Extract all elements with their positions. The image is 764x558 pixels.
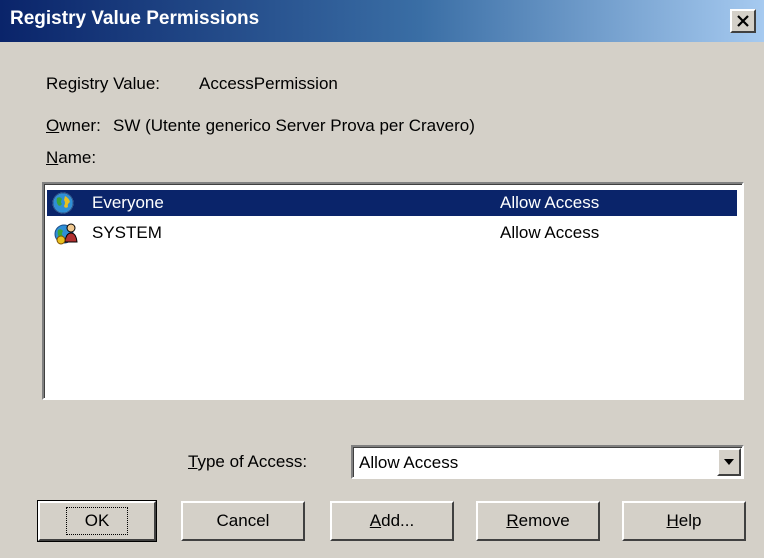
add-button[interactable]: Add...	[330, 501, 454, 541]
list-item-name: Everyone	[92, 193, 164, 212]
chevron-down-icon	[724, 459, 734, 465]
add-button-label: Add...	[369, 511, 415, 530]
help-button[interactable]: Help	[622, 501, 746, 541]
help-button-label: Help	[666, 511, 702, 530]
cancel-button-label: Cancel	[216, 511, 270, 530]
list-item-name: SYSTEM	[92, 223, 162, 242]
owner-value: SW (Utente generico Server Prova per Cra…	[113, 116, 475, 135]
cancel-button[interactable]: Cancel	[181, 501, 305, 541]
window-title: Registry Value Permissions	[10, 8, 260, 29]
list-item-access: Allow Access	[500, 193, 600, 212]
ok-button[interactable]: OK	[37, 500, 157, 542]
type-of-access-value: Allow Access	[359, 453, 459, 472]
list-item-everyone[interactable]: Everyone Allow Access	[47, 190, 737, 216]
type-of-access-label: Type of Access:	[188, 452, 308, 471]
close-button[interactable]	[730, 9, 756, 33]
ok-button-label: OK	[65, 507, 129, 535]
close-icon	[737, 15, 749, 27]
registry-value-label: Registry Value:	[46, 74, 161, 93]
name-label: Name:	[46, 148, 97, 167]
list-item-system[interactable]: SYSTEM Allow Access	[47, 220, 737, 246]
registry-value-permissions-dialog: Registry Value Permissions Registry Valu…	[0, 0, 764, 558]
owner-label: Owner:	[46, 116, 101, 135]
remove-button-label: Remove	[506, 511, 570, 530]
permissions-list[interactable]: Everyone Allow Access SYSTEM Allow Acces…	[42, 182, 744, 400]
title-bar[interactable]: Registry Value Permissions	[0, 0, 764, 42]
registry-value: AccessPermission	[199, 74, 338, 93]
type-of-access-select[interactable]: Allow Access	[351, 445, 744, 479]
system-group-icon	[54, 223, 78, 245]
dropdown-button[interactable]	[717, 448, 741, 476]
remove-button[interactable]: Remove	[476, 501, 600, 541]
everyone-globe-icon	[52, 192, 74, 214]
list-item-access: Allow Access	[500, 223, 600, 242]
